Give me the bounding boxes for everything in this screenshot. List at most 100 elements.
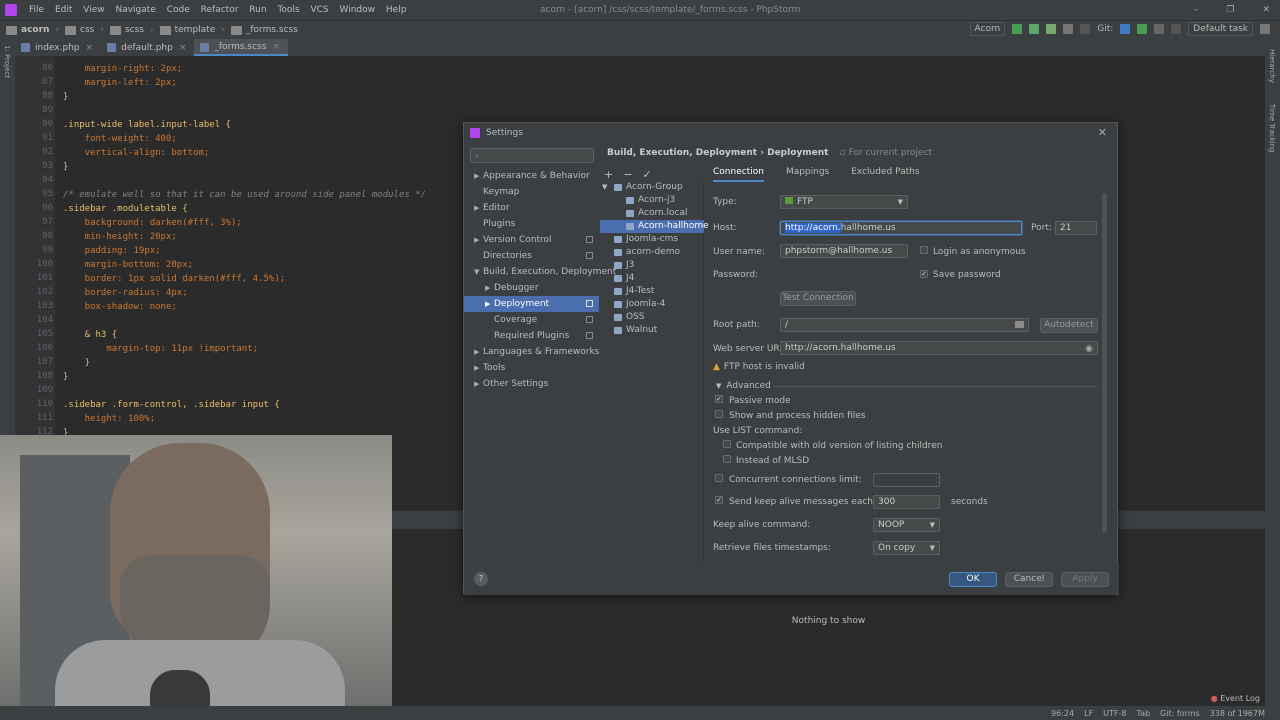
concurrent-input[interactable] xyxy=(873,473,940,487)
nav-required-plugins[interactable]: Required Plugins xyxy=(464,328,599,344)
nav-deployment[interactable]: ▶ Deployment xyxy=(464,296,599,312)
code-line[interactable]: padding: 19px; xyxy=(63,244,161,258)
save-password-checkbox[interactable]: ✓ xyxy=(920,270,928,278)
tab-excluded-paths[interactable]: Excluded Paths xyxy=(851,167,919,182)
set-default-icon[interactable]: ✓ xyxy=(642,168,651,181)
git-commit-icon[interactable] xyxy=(1137,24,1148,34)
test-connection-button[interactable]: Test Connection xyxy=(780,291,856,306)
stop-icon[interactable] xyxy=(1080,24,1091,34)
search-everywhere-icon[interactable] xyxy=(1260,24,1270,34)
root-path-input[interactable]: / xyxy=(780,318,1029,332)
code-line[interactable]: border-radius: 4px; xyxy=(63,286,188,300)
ok-button[interactable]: OK xyxy=(949,572,997,587)
nav-appearance[interactable]: ▶ Appearance & Behavior xyxy=(464,168,599,184)
profile-icon[interactable] xyxy=(1063,24,1074,34)
server-item[interactable]: Joomla-4 xyxy=(600,298,704,311)
hierarchy-tool-button[interactable]: Hierarchy xyxy=(1268,49,1276,83)
code-line[interactable]: /* emulate well so that it can be used a… xyxy=(63,188,426,202)
web-server-url-input[interactable]: http://acorn.hallhome.us ◉ xyxy=(780,341,1098,355)
run-icon[interactable] xyxy=(1012,24,1023,34)
menu-navigate[interactable]: Navigate xyxy=(115,5,155,15)
menu-file[interactable]: File xyxy=(29,5,44,15)
code-line[interactable]: .sidebar .form-control, .sidebar input { xyxy=(63,398,280,412)
tab-default-php[interactable]: default.php × xyxy=(101,39,194,56)
nav-languages[interactable]: ▶ Languages & Frameworks xyxy=(464,344,599,360)
caret-position[interactable]: 96:24 xyxy=(1051,709,1074,718)
tab-forms-scss[interactable]: _forms.scss × xyxy=(194,39,288,56)
nav-directories[interactable]: Directories xyxy=(464,248,599,264)
form-scrollbar[interactable] xyxy=(1102,193,1107,533)
autodetect-button[interactable]: Autodetect xyxy=(1040,318,1098,333)
maximize-icon[interactable]: ❐ xyxy=(1226,5,1234,15)
code-line[interactable]: & h3 { xyxy=(63,328,118,342)
code-line[interactable]: margin-bottom: 20px; xyxy=(63,258,193,272)
hidden-files-checkbox[interactable] xyxy=(715,410,723,418)
menu-view[interactable]: View xyxy=(83,5,104,15)
code-line[interactable]: border: 1px solid darken(#fff, 4.5%); xyxy=(63,272,286,286)
tab-index-php[interactable]: index.php × xyxy=(15,39,101,56)
nav-tools[interactable]: ▶ Tools xyxy=(464,360,599,376)
file-encoding[interactable]: UTF-8 xyxy=(1103,709,1126,718)
menu-refactor[interactable]: Refactor xyxy=(201,5,239,15)
line-separator[interactable]: LF xyxy=(1084,709,1093,718)
remove-server-icon[interactable]: − xyxy=(623,168,632,181)
close-tab-icon[interactable]: × xyxy=(86,43,94,53)
timestamps-select[interactable]: On copy ▼ xyxy=(873,541,940,555)
concurrent-checkbox[interactable] xyxy=(715,474,723,482)
menu-help[interactable]: Help xyxy=(386,5,407,15)
menu-vcs[interactable]: VCS xyxy=(310,5,328,15)
nav-plugins[interactable]: Plugins xyxy=(464,216,599,232)
minimize-icon[interactable]: – xyxy=(1194,5,1199,15)
menu-edit[interactable]: Edit xyxy=(55,5,72,15)
server-item[interactable]: J4 xyxy=(600,272,704,285)
code-line[interactable]: } xyxy=(63,160,68,174)
nav-version-control[interactable]: ▶ Version Control xyxy=(464,232,599,248)
run-config-select[interactable]: Acorn xyxy=(969,22,1006,36)
server-item[interactable]: Walnut xyxy=(600,324,704,337)
git-branch[interactable]: Git: forms xyxy=(1160,709,1200,718)
help-button[interactable]: ? xyxy=(474,572,488,586)
password-input[interactable] xyxy=(780,268,908,282)
coverage-icon[interactable] xyxy=(1046,24,1057,34)
history-icon[interactable] xyxy=(1154,24,1165,34)
close-tab-icon[interactable]: × xyxy=(272,42,280,52)
nav-other-settings[interactable]: ▶ Other Settings xyxy=(464,376,599,392)
code-line[interactable]: height: 100%; xyxy=(63,412,155,426)
server-group-acorn[interactable]: ▼ Acorn-Group xyxy=(600,181,704,194)
keep-alive-command-select[interactable]: NOOP ▼ xyxy=(873,518,940,532)
open-in-browser-icon[interactable]: ◉ xyxy=(1085,343,1093,354)
breadcrumb-css[interactable]: css › xyxy=(65,25,104,35)
mlsd-checkbox[interactable] xyxy=(723,455,731,463)
time-tracking-tool-button[interactable]: Time Tracking xyxy=(1268,104,1276,153)
code-line[interactable]: font-weight: 400; xyxy=(63,132,177,146)
keep-alive-checkbox[interactable]: ✓ xyxy=(715,496,723,504)
server-item[interactable]: acorn-demo xyxy=(600,246,704,259)
menu-code[interactable]: Code xyxy=(167,5,190,15)
breadcrumb-scss[interactable]: scss › xyxy=(109,25,154,35)
code-line[interactable]: background: darken(#fff, 3%); xyxy=(63,216,242,230)
type-select[interactable]: FTP ▼ xyxy=(780,195,908,209)
code-line[interactable]: min-height: 20px; xyxy=(63,230,177,244)
close-icon[interactable]: ✕ xyxy=(1262,5,1270,15)
passive-mode-checkbox[interactable]: ✓ xyxy=(715,395,723,403)
breadcrumb-template[interactable]: template › xyxy=(159,25,225,35)
apply-button[interactable]: Apply xyxy=(1061,572,1109,587)
close-icon[interactable]: ✕ xyxy=(1098,126,1107,139)
host-input[interactable]: http://acorn.hallhome.us xyxy=(780,221,1022,235)
tab-connection[interactable]: Connection xyxy=(713,167,764,182)
tab-mappings[interactable]: Mappings xyxy=(786,167,829,182)
code-line[interactable]: } xyxy=(63,90,68,104)
keep-alive-input[interactable]: 300 xyxy=(873,495,940,509)
add-server-icon[interactable]: + xyxy=(604,168,613,181)
server-item-selected[interactable]: Acorn-hallhome xyxy=(600,220,709,233)
breadcrumb-file[interactable]: _forms.scss xyxy=(230,25,298,35)
nav-coverage[interactable]: Coverage xyxy=(464,312,599,328)
server-item[interactable]: Acorn-j3 xyxy=(600,194,704,207)
menu-window[interactable]: Window xyxy=(340,5,376,15)
port-input[interactable]: 21 xyxy=(1055,221,1097,235)
code-line[interactable]: vertical-align: bottom; xyxy=(63,146,210,160)
nav-debugger[interactable]: ▶ Debugger xyxy=(464,280,599,296)
menu-run[interactable]: Run xyxy=(249,5,266,15)
code-line[interactable]: .sidebar .moduletable { xyxy=(63,202,188,216)
code-line[interactable]: margin-right: 2px; xyxy=(63,62,183,76)
